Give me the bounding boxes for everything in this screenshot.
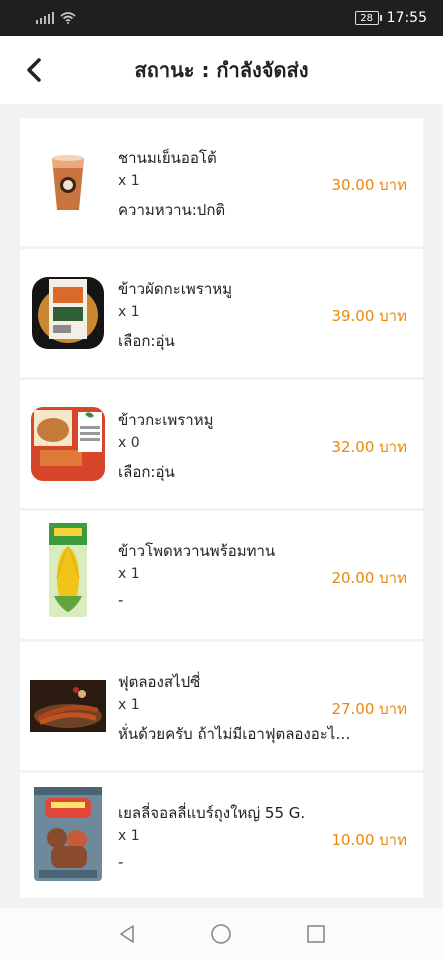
- item-quantity: x 0: [118, 435, 140, 451]
- status-left: [36, 12, 76, 24]
- wifi-icon: [60, 12, 76, 24]
- circle-home-icon: [211, 924, 232, 944]
- status-bar: 28 17:55: [0, 0, 443, 36]
- item-price: 39.00 บาท: [331, 307, 407, 325]
- square-recents-icon: [307, 925, 325, 943]
- item-price: 30.00 บาท: [331, 176, 407, 194]
- item-quantity: x 1: [118, 173, 140, 189]
- fried-rice-tray-image: [30, 275, 106, 351]
- list-item[interactable]: ข้าวโพดหวานพร้อมทาน x 1 - 20.00 บาท: [20, 511, 423, 639]
- item-name: ข้าวผัดกะเพราหมู: [118, 280, 233, 298]
- item-price: 10.00 บาท: [331, 831, 407, 849]
- item-quantity: x 1: [118, 304, 140, 320]
- iced-milk-tea-image: [30, 144, 106, 220]
- item-note: -: [118, 591, 124, 609]
- item-quantity: x 1: [118, 566, 140, 582]
- sausage-plate-image: [30, 668, 106, 744]
- list-item[interactable]: เยลลี่จอลลี่แบร์ถุงใหญ่ 55 G. x 1 - 10.0…: [20, 773, 423, 898]
- nav-home-button[interactable]: [206, 919, 236, 949]
- item-note: เลือก:อุ่น: [118, 332, 175, 350]
- triangle-back-icon: [120, 925, 134, 943]
- item-note: เลือก:อุ่น: [118, 463, 175, 481]
- item-quantity: x 1: [118, 828, 140, 844]
- item-name: เยลลี่จอลลี่แบร์ถุงใหญ่ 55 G.: [118, 804, 306, 822]
- header: สถานะ : กำลังจัดส่ง: [0, 36, 443, 104]
- item-quantity: x 1: [118, 697, 140, 713]
- system-nav-bar: [0, 908, 443, 960]
- item-name: ฟุตลองสไปซี่: [118, 673, 201, 691]
- rice-box-orange-image: [30, 406, 106, 482]
- page-title: สถานะ : กำลังจัดส่ง: [134, 58, 309, 82]
- item-price: 32.00 บาท: [331, 438, 407, 456]
- signal-icon: [36, 12, 54, 24]
- order-item-list[interactable]: ชานมเย็นออโต้ x 1 ความหวาน:ปกติ 30.00 บา…: [20, 118, 423, 898]
- list-item[interactable]: ฟุตลองสไปซี่ x 1 หั่นด้วยครับ ถ้าไม่มีเอ…: [20, 642, 423, 770]
- item-note: ความหวาน:ปกติ: [118, 201, 226, 219]
- chevron-left-icon: [27, 58, 41, 82]
- clock: 17:55: [386, 10, 427, 26]
- item-price: 27.00 บาท: [331, 700, 407, 718]
- status-right: 28 17:55: [354, 10, 427, 26]
- item-price: 20.00 บาท: [331, 569, 407, 587]
- nav-back-button[interactable]: [112, 919, 142, 949]
- battery-icon: 28: [354, 11, 382, 25]
- item-name: ชานมเย็นออโต้: [118, 149, 217, 167]
- sweet-corn-pack-image: [30, 523, 106, 617]
- list-item[interactable]: ข้าวผัดกะเพราหมู x 1 เลือก:อุ่น 39.00 บา…: [20, 249, 423, 377]
- nav-recents-button[interactable]: [301, 919, 331, 949]
- item-note: -: [118, 853, 124, 871]
- list-item[interactable]: ข้าวกะเพราหมู x 0 เลือก:อุ่น 32.00 บาท: [20, 380, 423, 508]
- back-button[interactable]: [16, 52, 52, 88]
- item-note: หั่นด้วยครับ ถ้าไม่มีเอาฟุตลองอะไรก็ได้: [118, 725, 353, 743]
- battery-level: 28: [360, 12, 373, 24]
- item-name: ข้าวโพดหวานพร้อมทาน: [118, 542, 276, 560]
- list-item[interactable]: ชานมเย็นออโต้ x 1 ความหวาน:ปกติ 30.00 บา…: [20, 118, 423, 246]
- jelly-bear-bag-image: [30, 787, 106, 881]
- item-name: ข้าวกะเพราหมู: [118, 411, 214, 429]
